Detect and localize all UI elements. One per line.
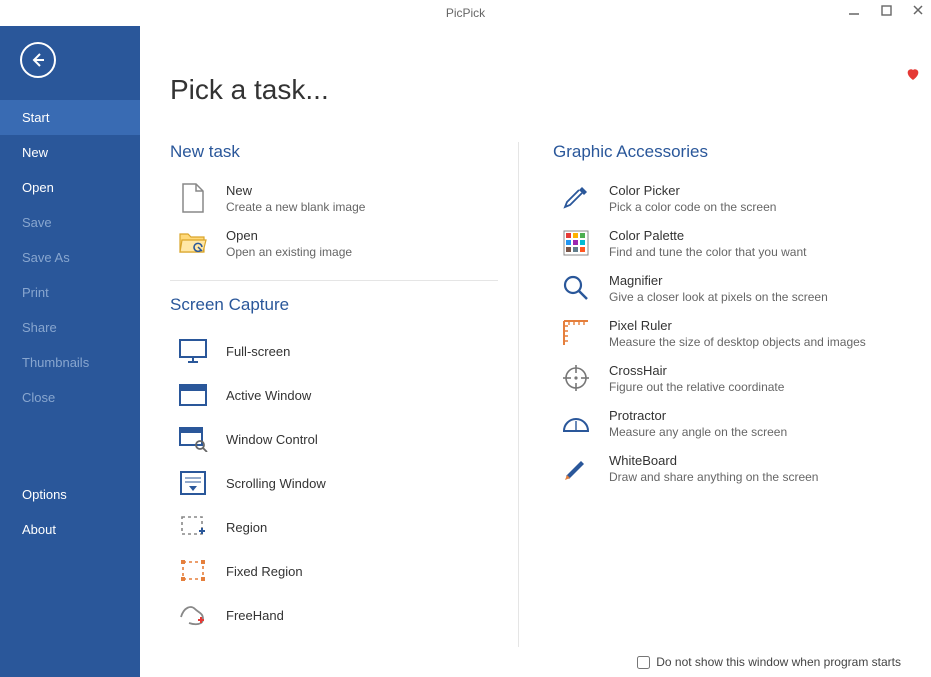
task-desc: Give a closer look at pixels on the scre… [609, 290, 828, 304]
task-desc: Find and tune the color that you want [609, 245, 806, 259]
task-desc: Measure any angle on the screen [609, 425, 787, 439]
region-icon [178, 512, 208, 542]
task-desc: Create a new blank image [226, 200, 365, 214]
sidebar-item-thumbnails: Thumbnails [0, 345, 140, 380]
task-title: New [226, 183, 365, 198]
window-controls [847, 3, 925, 17]
palette-grid-icon [561, 228, 591, 258]
eyedropper-icon [561, 183, 591, 213]
section-title-newtask: New task [170, 142, 498, 162]
new-file-icon [178, 183, 208, 213]
window-icon [178, 380, 208, 410]
task-title: Region [226, 520, 267, 535]
task-whiteboard[interactable]: WhiteBoard Draw and share anything on th… [553, 446, 881, 491]
fixed-region-icon [178, 556, 208, 586]
task-color-picker[interactable]: Color Picker Pick a color code on the sc… [553, 176, 881, 221]
task-fixed-region[interactable]: Fixed Region [170, 549, 498, 593]
task-crosshair[interactable]: CrossHair Figure out the relative coordi… [553, 356, 881, 401]
task-title: CrossHair [609, 363, 784, 378]
sidebar-item-start[interactable]: Start [0, 100, 140, 135]
task-color-palette[interactable]: Color Palette Find and tune the color th… [553, 221, 881, 266]
task-desc: Draw and share anything on the screen [609, 470, 818, 484]
back-button[interactable] [20, 42, 56, 78]
heart-icon [905, 66, 921, 82]
window-search-icon [178, 424, 208, 454]
arrow-left-icon [29, 51, 47, 69]
column-left: New task New Create a new blank image [170, 142, 518, 647]
task-magnifier[interactable]: Magnifier Give a closer look at pixels o… [553, 266, 881, 311]
content-area: Pick a task... New task New Create a new… [140, 26, 931, 677]
protractor-icon [561, 408, 591, 438]
task-desc: Measure the size of desktop objects and … [609, 335, 866, 349]
task-title: Protractor [609, 408, 787, 423]
titlebar: PicPick [0, 0, 931, 26]
task-pixel-ruler[interactable]: Pixel Ruler Measure the size of desktop … [553, 311, 881, 356]
sidebar-item-open[interactable]: Open [0, 170, 140, 205]
task-title: Color Palette [609, 228, 806, 243]
monitor-icon [178, 336, 208, 366]
task-window-control[interactable]: Window Control [170, 417, 498, 461]
sidebar-item-print: Print [0, 275, 140, 310]
task-title: WhiteBoard [609, 453, 818, 468]
sidebar: StartNewOpenSaveSave AsPrintShareThumbna… [0, 26, 140, 677]
close-button[interactable] [911, 3, 925, 17]
column-right: Graphic Accessories Color Picker Pick a … [518, 142, 901, 647]
pen-icon [561, 453, 591, 483]
task-title: Fixed Region [226, 564, 303, 579]
open-folder-icon [178, 228, 208, 258]
favorite-button[interactable] [905, 66, 921, 82]
task-title: Active Window [226, 388, 311, 403]
minimize-button[interactable] [847, 3, 861, 17]
task-title: Magnifier [609, 273, 828, 288]
task-region[interactable]: Region [170, 505, 498, 549]
ruler-icon [561, 318, 591, 348]
sidebar-item-save-as: Save As [0, 240, 140, 275]
task-protractor[interactable]: Protractor Measure any angle on the scre… [553, 401, 881, 446]
task-title: Window Control [226, 432, 318, 447]
task-scrolling-window[interactable]: Scrolling Window [170, 461, 498, 505]
maximize-button[interactable] [879, 3, 893, 17]
freehand-icon [178, 600, 208, 630]
dont-show-label: Do not show this window when program sta… [656, 655, 901, 669]
dont-show-checkbox[interactable] [637, 656, 650, 669]
task-active-window[interactable]: Active Window [170, 373, 498, 417]
page-title: Pick a task... [170, 74, 901, 106]
task-title: FreeHand [226, 608, 284, 623]
task-title: Color Picker [609, 183, 776, 198]
sidebar-item-close: Close [0, 380, 140, 415]
task-fullscreen[interactable]: Full-screen [170, 329, 498, 373]
scroll-window-icon [178, 468, 208, 498]
task-freehand[interactable]: FreeHand [170, 593, 498, 637]
magnifier-icon [561, 273, 591, 303]
task-desc: Figure out the relative coordinate [609, 380, 784, 394]
sidebar-item-about[interactable]: About [0, 512, 140, 547]
sidebar-item-save: Save [0, 205, 140, 240]
task-title: Full-screen [226, 344, 290, 359]
sidebar-item-options[interactable]: Options [0, 477, 140, 512]
task-new[interactable]: New Create a new blank image [170, 176, 498, 221]
divider [170, 280, 498, 281]
task-desc: Open an existing image [226, 245, 352, 259]
task-title: Open [226, 228, 352, 243]
section-title-accessories: Graphic Accessories [553, 142, 881, 162]
sidebar-item-new[interactable]: New [0, 135, 140, 170]
footer: Do not show this window when program sta… [170, 647, 901, 669]
task-open[interactable]: Open Open an existing image [170, 221, 498, 266]
section-title-capture: Screen Capture [170, 295, 498, 315]
window-title: PicPick [446, 6, 485, 20]
crosshair-icon [561, 363, 591, 393]
task-desc: Pick a color code on the screen [609, 200, 776, 214]
task-title: Scrolling Window [226, 476, 326, 491]
sidebar-item-share: Share [0, 310, 140, 345]
task-title: Pixel Ruler [609, 318, 866, 333]
